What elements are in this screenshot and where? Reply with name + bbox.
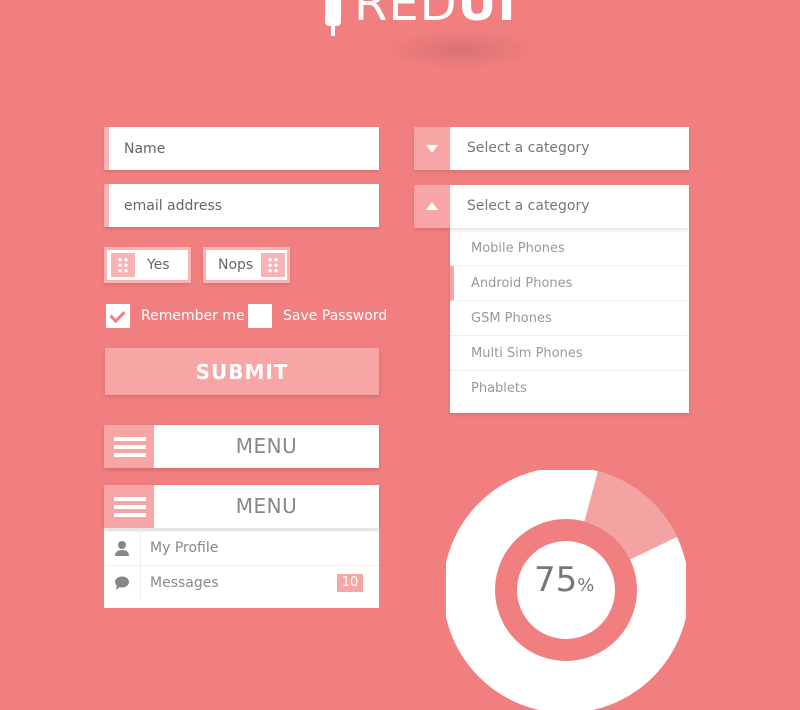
option-label: Android Phones (471, 276, 573, 291)
option-gsm-phones[interactable]: GSM Phones (450, 301, 689, 336)
hamburger-icon[interactable] (104, 485, 154, 528)
toggle-nops-label: Nops (218, 257, 254, 273)
chat-bubble-icon (104, 566, 141, 601)
progress-unit: % (577, 575, 595, 596)
remember-me-label: Remember me (141, 308, 245, 324)
menu-item-label: My Profile (150, 540, 219, 556)
checkmark-icon (109, 306, 126, 324)
option-label: Phablets (471, 381, 527, 396)
popsicle-logo-icon (325, 0, 341, 36)
messages-count-badge: 10 (337, 574, 363, 592)
category-dropdown: Mobile Phones Android Phones GSM Phones … (450, 228, 689, 413)
select-value: Select a category (467, 140, 590, 156)
grip-dots-icon (267, 257, 279, 273)
select-toggle[interactable] (414, 185, 450, 228)
email-field[interactable] (104, 184, 379, 227)
category-select-expanded[interactable]: Select a category (414, 185, 689, 228)
name-input[interactable] (109, 127, 379, 170)
toggle-yes-label: Yes (147, 257, 170, 273)
menu-expanded[interactable]: MENU (104, 485, 379, 528)
progress-value: 75 (534, 560, 578, 600)
option-mobile-phones[interactable]: Mobile Phones (450, 231, 689, 266)
option-android-phones[interactable]: Android Phones (450, 266, 689, 301)
category-select-collapsed[interactable]: Select a category (414, 127, 689, 170)
select-value: Select a category (467, 198, 590, 214)
logo-text: REDUI (354, 0, 516, 34)
option-phablets[interactable]: Phablets (450, 371, 689, 406)
save-password-checkbox[interactable] (248, 304, 272, 328)
menu-item-label: Messages (150, 575, 219, 591)
menu-title: MENU (235, 434, 298, 458)
toggle-nops[interactable]: Nops (203, 247, 290, 283)
email-input[interactable] (109, 184, 379, 227)
logo-text-bold: UI (457, 0, 517, 32)
option-label: Multi Sim Phones (471, 346, 583, 361)
donut-remaining-segment (583, 471, 678, 561)
grip-dots-icon (117, 257, 129, 273)
submit-button[interactable]: SUBMIT (105, 348, 379, 395)
menu-title: MENU (235, 494, 298, 518)
select-toggle[interactable] (414, 127, 450, 170)
option-label: GSM Phones (471, 311, 552, 326)
triangle-down-icon (426, 145, 438, 153)
toggle-handle[interactable] (261, 253, 285, 277)
name-field[interactable] (104, 127, 379, 170)
menu-item-messages[interactable]: Messages 10 (104, 565, 379, 601)
remember-me-checkbox[interactable] (106, 304, 130, 328)
option-multi-sim-phones[interactable]: Multi Sim Phones (450, 336, 689, 371)
toggle-yes[interactable]: Yes (104, 247, 191, 283)
save-password-label: Save Password (283, 308, 388, 324)
progress-percentage: 75% (534, 560, 594, 600)
toggle-handle[interactable] (111, 253, 135, 277)
triangle-up-icon (426, 202, 438, 210)
option-label: Mobile Phones (471, 241, 565, 256)
menu-list: My Profile Messages 10 (104, 528, 379, 608)
menu-collapsed[interactable]: MENU (104, 425, 379, 468)
hamburger-icon[interactable] (104, 425, 154, 468)
logo-text-thin: RED (354, 0, 458, 32)
logo-shadow (380, 30, 540, 70)
user-icon (104, 531, 141, 566)
menu-item-my-profile[interactable]: My Profile (104, 530, 379, 566)
